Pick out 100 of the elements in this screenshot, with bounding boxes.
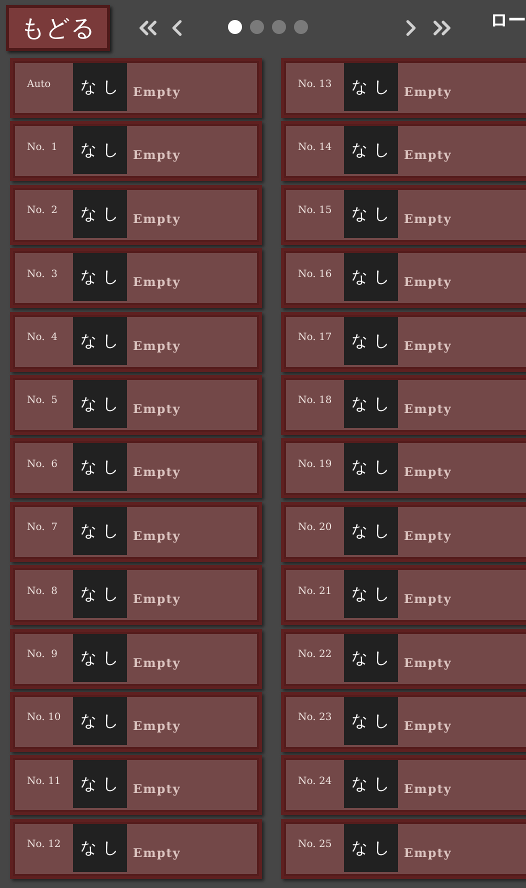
- slot-number: No. 19: [298, 458, 333, 472]
- slot-status: Empty: [404, 147, 452, 164]
- slot-status: Empty: [404, 338, 452, 355]
- save-slot[interactable]: No. 12 なし Empty: [10, 818, 262, 879]
- thumbnail-placeholder: なし: [73, 696, 127, 745]
- save-slot[interactable]: No. 6 なし Empty: [10, 438, 262, 498]
- thumbnail-placeholder: なし: [73, 760, 127, 808]
- slot-number: No. 24: [298, 774, 333, 789]
- thumbnail-placeholder: なし: [73, 63, 127, 111]
- slot-number: No. 5: [27, 394, 58, 408]
- thumbnail-placeholder: なし: [344, 126, 398, 174]
- slot-status: Empty: [404, 718, 452, 735]
- slot-status: Empty: [133, 84, 181, 101]
- slot-number: No. 16: [298, 268, 333, 282]
- thumbnail-placeholder: なし: [73, 443, 127, 492]
- save-slot[interactable]: No. 5 なし Empty: [10, 374, 262, 435]
- thumbnail-placeholder: なし: [73, 253, 127, 302]
- slot-status: Empty: [404, 84, 452, 101]
- slot-status: Empty: [133, 844, 181, 862]
- thumbnail-placeholder: なし: [344, 316, 398, 365]
- slot-number: Auto: [27, 78, 52, 92]
- save-slot[interactable]: No. 25 なし Empty: [281, 818, 526, 879]
- thumbnail-placeholder: なし: [73, 506, 127, 555]
- thumbnail-placeholder: なし: [73, 190, 127, 238]
- save-slot[interactable]: No. 18 なし Empty: [281, 374, 526, 435]
- save-slot[interactable]: No. 20 なし Empty: [281, 502, 526, 562]
- thumbnail-placeholder: なし: [73, 824, 127, 872]
- slot-number: No. 11: [27, 774, 62, 789]
- slot-status: Empty: [404, 844, 452, 862]
- slot-number: No. 15: [298, 204, 333, 218]
- slot-number: No. 7: [27, 521, 58, 536]
- save-slot[interactable]: No. 14 なし Empty: [281, 121, 526, 182]
- thumbnail-placeholder: なし: [73, 316, 127, 365]
- thumbnail-placeholder: なし: [344, 380, 398, 428]
- save-slot[interactable]: No. 1 なし Empty: [10, 121, 262, 182]
- slot-number: No. 21: [298, 584, 333, 599]
- slot-number: No. 9: [27, 648, 58, 662]
- save-slot[interactable]: No. 4 なし Empty: [10, 312, 262, 372]
- slot-number: No. 18: [298, 394, 333, 408]
- slot-status: Empty: [133, 654, 181, 672]
- slot-number: No. 23: [298, 711, 333, 726]
- save-slot[interactable]: No. 19 なし Empty: [281, 438, 526, 498]
- slot-status: Empty: [133, 147, 181, 164]
- slot-status: Empty: [133, 464, 181, 482]
- save-slot[interactable]: No. 15 なし Empty: [281, 184, 526, 245]
- load-label: ロー: [490, 9, 526, 33]
- thumbnail-placeholder: なし: [73, 570, 127, 618]
- thumbnail-placeholder: なし: [73, 126, 127, 174]
- slot-number: No. 2: [27, 204, 58, 218]
- back-button[interactable]: もどる: [6, 4, 110, 50]
- slot-number: No. 4: [27, 331, 58, 346]
- save-slot[interactable]: No. 9 なし Empty: [10, 628, 262, 689]
- slot-number: No. 6: [27, 458, 58, 472]
- slot-status: Empty: [404, 274, 452, 292]
- slot-status: Empty: [404, 781, 452, 798]
- thumbnail-placeholder: なし: [344, 824, 398, 872]
- save-slot[interactable]: No. 3 なし Empty: [10, 248, 262, 308]
- slot-status: Empty: [133, 528, 181, 545]
- slot-status: Empty: [133, 210, 181, 228]
- slot-status: Empty: [404, 591, 452, 608]
- thumbnail-placeholder: なし: [344, 63, 398, 111]
- save-slot[interactable]: No. 8 なし Empty: [10, 565, 262, 626]
- slot-status: Empty: [133, 400, 181, 418]
- slot-number: No. 22: [298, 648, 333, 662]
- slot-status: Empty: [133, 274, 181, 292]
- save-slot[interactable]: No. 21 なし Empty: [281, 565, 526, 626]
- save-slot[interactable]: No. 23 なし Empty: [281, 692, 526, 752]
- save-slot[interactable]: No. 24 なし Empty: [281, 755, 526, 816]
- slot-status: Empty: [133, 781, 181, 798]
- thumbnail-placeholder: なし: [73, 634, 127, 682]
- thumbnail-placeholder: なし: [344, 443, 398, 492]
- save-slot[interactable]: No. 7 なし Empty: [10, 502, 262, 562]
- slot-number: No. 8: [27, 584, 58, 599]
- slot-number: No. 12: [27, 838, 62, 852]
- slot-status: Empty: [404, 210, 452, 228]
- save-slot[interactable]: No. 2 なし Empty: [10, 184, 262, 245]
- slot-number: No. 20: [298, 521, 333, 536]
- slot-number: No. 1: [27, 140, 58, 155]
- thumbnail-placeholder: なし: [344, 190, 398, 238]
- thumbnail-placeholder: なし: [344, 506, 398, 555]
- thumbnail-placeholder: なし: [344, 570, 398, 618]
- slot-status: Empty: [404, 400, 452, 418]
- save-slot[interactable]: No. 11 なし Empty: [10, 755, 262, 816]
- save-slot[interactable]: No. 17 なし Empty: [281, 312, 526, 372]
- thumbnail-placeholder: なし: [344, 696, 398, 745]
- save-slot[interactable]: No. 22 なし Empty: [281, 628, 526, 689]
- slot-number: No. 10: [27, 711, 62, 726]
- slot-status: Empty: [133, 718, 181, 735]
- thumbnail-placeholder: なし: [73, 380, 127, 428]
- slot-status: Empty: [133, 338, 181, 355]
- slot-number: No. 17: [298, 331, 333, 346]
- slot-number: No. 3: [27, 268, 58, 282]
- slot-status: Empty: [133, 591, 181, 608]
- save-slot[interactable]: No. 10 なし Empty: [10, 692, 262, 752]
- slot-number: No. 13: [298, 78, 333, 92]
- save-slot[interactable]: No. 13 なし Empty: [281, 58, 526, 118]
- save-slot[interactable]: No. 16 なし Empty: [281, 248, 526, 308]
- slot-status: Empty: [404, 464, 452, 482]
- save-slot[interactable]: Auto なし Empty: [10, 58, 262, 118]
- thumbnail-placeholder: なし: [344, 634, 398, 682]
